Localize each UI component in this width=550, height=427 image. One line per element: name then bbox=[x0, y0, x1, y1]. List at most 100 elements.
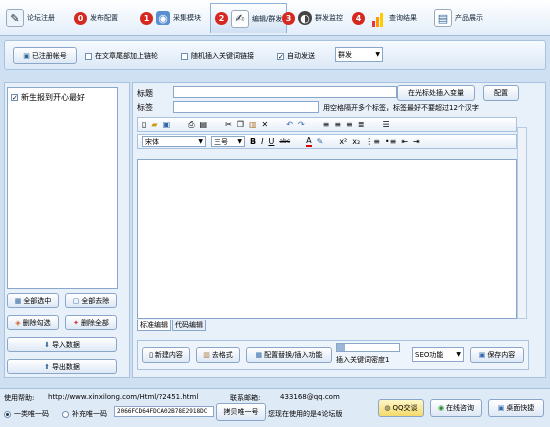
replace-icon: ▦ bbox=[255, 351, 263, 359]
indent-icon[interactable]: ⇥ bbox=[413, 137, 420, 146]
chevron-down-icon: ▼ bbox=[456, 351, 461, 358]
tag-input[interactable] bbox=[173, 101, 319, 113]
italic-icon[interactable]: I bbox=[261, 137, 263, 146]
send-mode-select[interactable]: 群发 ▼ bbox=[335, 47, 383, 62]
editor-toolbar-top: ▯ ▰ ▣ ⎙ ▤ ✂ ❐ ▥ ✕ ↶ ↷ ≡ ≡ ≡ ≣ ☰ bbox=[137, 117, 517, 132]
edit-icon: ✍ bbox=[231, 9, 249, 28]
copy-icon[interactable]: ❐ bbox=[237, 120, 244, 129]
export-data-button[interactable]: ⬆ 导出数据 bbox=[7, 359, 117, 374]
radio-single-code[interactable]: 一类唯一码 bbox=[4, 409, 49, 419]
tab-monitor[interactable]: 3 ◐ 群发监控 bbox=[282, 3, 343, 33]
select-all-button[interactable]: ▦ 全部选中 bbox=[7, 293, 59, 308]
hr-icon[interactable]: ☰ bbox=[382, 120, 389, 129]
config-button[interactable]: 配置 bbox=[483, 85, 519, 101]
keyword-density-slider[interactable] bbox=[336, 343, 400, 352]
qq-icon: ◍ bbox=[384, 404, 391, 412]
ordered-list-icon[interactable]: ⋮≡ bbox=[365, 137, 380, 146]
tail-link-checkbox[interactable] bbox=[85, 52, 92, 60]
help-link[interactable]: http://www.xinxilong.com/Html/?2451.html bbox=[48, 393, 198, 401]
font-size-select[interactable]: 三号 ▼ bbox=[211, 136, 245, 147]
copy-code-button[interactable]: 拷贝唯一号 bbox=[216, 403, 266, 421]
machine-code-field[interactable]: 2066FCD64FDCA02B78E2918DC bbox=[114, 406, 214, 417]
paste-icon[interactable]: ▥ bbox=[249, 120, 257, 129]
tab-edit-send[interactable]: 2 ✍ 编辑/群发 bbox=[210, 3, 288, 33]
bold-icon[interactable]: B bbox=[250, 137, 256, 146]
article-list[interactable]: ✓ 新生报到开心最好 bbox=[7, 87, 118, 289]
new-doc-icon[interactable]: ▯ bbox=[142, 120, 146, 129]
remove-format-button[interactable]: ▥ 去格式 bbox=[196, 347, 240, 363]
radio-button[interactable] bbox=[62, 410, 69, 418]
editor-toolbar-format: 宋体 ▼ 三号 ▼ B I U abc A ✎ x² x₂ ⋮≡ •≡ ⇤ ⇥ bbox=[137, 134, 517, 149]
content-editor[interactable] bbox=[137, 159, 517, 319]
chat-icon: ◉ bbox=[437, 404, 445, 412]
font-name-select[interactable]: 宋体 ▼ bbox=[142, 136, 206, 147]
chart-icon bbox=[368, 9, 386, 27]
registered-accounts-button[interactable]: ▣ 已注册帐号 bbox=[13, 47, 77, 64]
tab-forum-register[interactable]: ✎ 论坛注册 bbox=[6, 3, 55, 33]
seo-select[interactable]: SEO功能 ▼ bbox=[412, 347, 464, 362]
tab-collect[interactable]: 1 ◉ 采集模块 bbox=[140, 3, 201, 33]
tag-hint: 用空格隔开多个标签，标签最好不要超过12个汉字 bbox=[323, 104, 479, 112]
editor-scrollbar[interactable] bbox=[517, 127, 527, 319]
tab-publish-config[interactable]: 0 发布配置 bbox=[74, 3, 118, 33]
cut-icon[interactable]: ✂ bbox=[225, 120, 232, 129]
random-link-checkbox[interactable] bbox=[181, 52, 188, 60]
format-icon: ▥ bbox=[203, 351, 210, 359]
tag-label: 标签 bbox=[137, 103, 153, 112]
title-input[interactable] bbox=[173, 86, 397, 98]
superscript-icon[interactable]: x² bbox=[339, 137, 347, 146]
forum-version-text: 您现在使用的是4论坛版 bbox=[268, 410, 343, 418]
auto-send-option[interactable]: ✓ 自动发送 bbox=[277, 51, 315, 61]
align-right-icon[interactable]: ≡ bbox=[346, 120, 353, 129]
tab-products[interactable]: ▤ 产品展示 bbox=[434, 3, 483, 33]
delete-checked-button[interactable]: ◈ 删除勾选 bbox=[7, 315, 59, 330]
new-content-button[interactable]: ▯ 新建内容 bbox=[142, 347, 190, 363]
insert-variable-button[interactable]: 在光标处插入变量 bbox=[397, 85, 475, 101]
print-icon[interactable]: ⎙ bbox=[188, 120, 194, 130]
underline-icon[interactable]: U bbox=[268, 137, 274, 146]
undo-icon[interactable]: ↶ bbox=[286, 120, 293, 129]
step-badge: 4 bbox=[352, 11, 365, 25]
delete-icon[interactable]: ✕ bbox=[262, 120, 269, 129]
strikethrough-icon[interactable]: abc bbox=[279, 138, 290, 145]
contact-email: 433168@qq.com bbox=[280, 393, 340, 401]
outdent-icon[interactable]: ⇤ bbox=[401, 137, 408, 146]
qq-chat-button[interactable]: ◍ QQ交谈 bbox=[378, 399, 424, 417]
random-link-option[interactable]: 随机插入关键词链接 bbox=[181, 51, 254, 61]
auto-send-checkbox[interactable]: ✓ bbox=[277, 52, 284, 60]
preview-icon[interactable]: ▤ bbox=[200, 120, 208, 129]
item-checkbox[interactable]: ✓ bbox=[11, 94, 18, 102]
align-center-icon[interactable]: ≡ bbox=[334, 120, 341, 129]
delete-all-button[interactable]: ✦ 删除全部 bbox=[65, 315, 117, 330]
tab-standard-edit[interactable]: 标准编辑 bbox=[137, 320, 171, 331]
font-color-icon[interactable]: A bbox=[306, 136, 312, 147]
radio-supplement-code[interactable]: 补充唯一码 bbox=[62, 409, 107, 419]
align-left-icon[interactable]: ≡ bbox=[323, 120, 330, 129]
subscript-icon[interactable]: x₂ bbox=[352, 137, 360, 146]
tab-query-results[interactable]: 4 查询结果 bbox=[352, 3, 417, 33]
unordered-list-icon[interactable]: •≡ bbox=[385, 137, 396, 146]
redo-icon[interactable]: ↷ bbox=[298, 120, 305, 129]
import-icon: ⬇ bbox=[44, 340, 50, 349]
slider-thumb[interactable] bbox=[337, 344, 345, 351]
justify-icon[interactable]: ≣ bbox=[358, 120, 365, 129]
desktop-shortcut-button[interactable]: ▣ 桌面快捷 bbox=[488, 399, 544, 417]
replace-config-button[interactable]: ▦ 配置替换/插入功能 bbox=[246, 347, 332, 363]
deselect-all-button[interactable]: ▢ 全部去除 bbox=[65, 293, 117, 308]
account-icon: ▣ bbox=[23, 51, 30, 60]
open-folder-icon[interactable]: ▰ bbox=[151, 120, 157, 129]
help-label: 使用帮助: bbox=[4, 394, 35, 402]
keyword-density-label: 插入关键词密度1 bbox=[336, 356, 390, 364]
save-icon[interactable]: ▣ bbox=[163, 120, 171, 129]
radio-button[interactable] bbox=[4, 410, 11, 418]
import-data-button[interactable]: ⬇ 导入数据 bbox=[7, 337, 117, 352]
tail-link-option[interactable]: 在文章尾部加上链轮 bbox=[85, 51, 158, 61]
product-icon: ▤ bbox=[434, 9, 452, 27]
save-content-button[interactable]: ▣ 保存内容 bbox=[470, 347, 524, 363]
highlight-icon[interactable]: ✎ bbox=[317, 137, 324, 146]
tab-code-edit[interactable]: 代码编辑 bbox=[172, 320, 206, 331]
list-item[interactable]: ✓ 新生报到开心最好 bbox=[8, 88, 117, 107]
delete-icon: ✦ bbox=[73, 318, 79, 327]
deselect-all-icon: ▢ bbox=[72, 296, 80, 305]
online-consult-button[interactable]: ◉ 在线咨询 bbox=[430, 399, 482, 417]
